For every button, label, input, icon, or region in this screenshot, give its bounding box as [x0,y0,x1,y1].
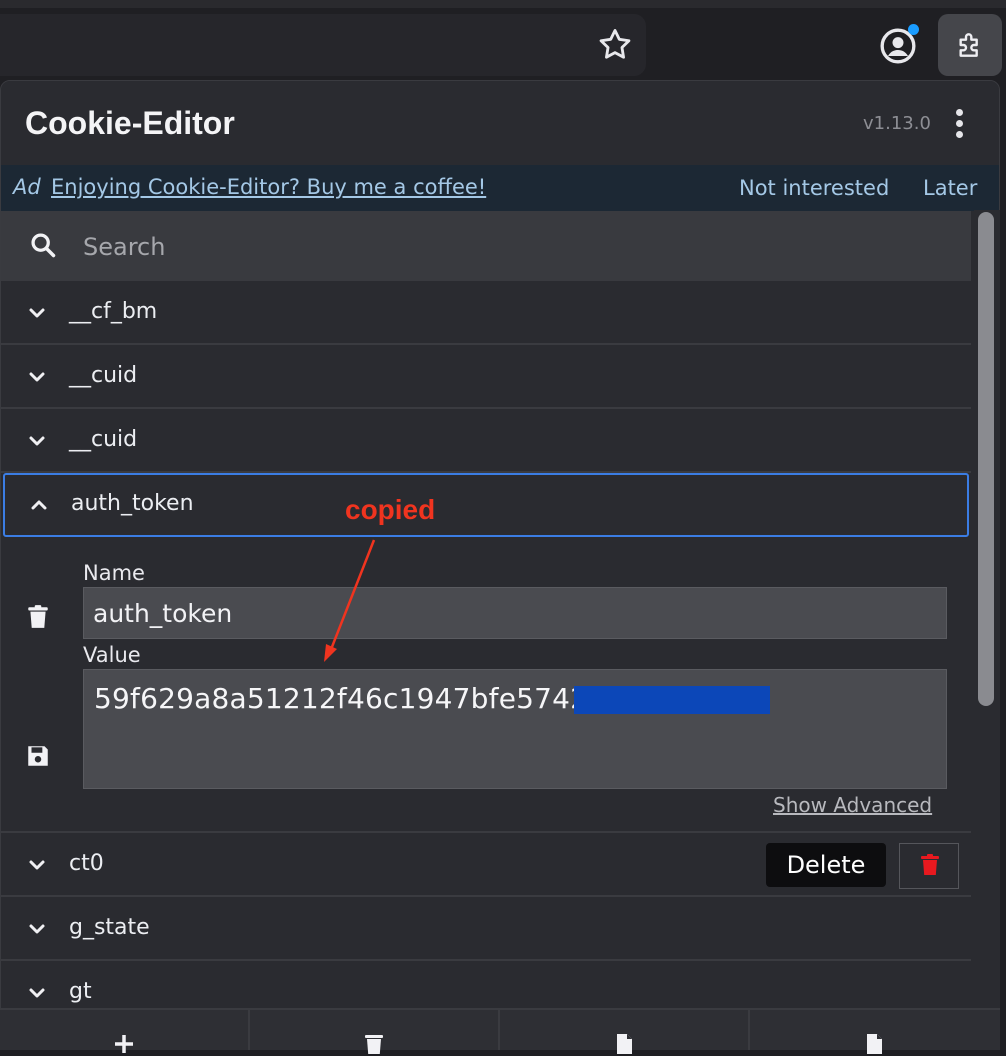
delete-tooltip: Delete [766,843,886,887]
scrollbar-thumb[interactable] [978,212,994,706]
delete-all-button[interactable] [250,1010,500,1054]
cookie-name: auth_token [71,491,194,516]
chevron-down-icon [29,924,45,934]
chevron-down-icon [29,860,45,870]
search-bar [1,211,971,282]
search-input[interactable] [81,225,945,269]
cookie-value-textarea[interactable]: 59f629a8a51212f46c1947bfe5742 [83,669,947,789]
annotation-arrow [324,539,376,662]
footer-toolbar [0,1008,1000,1054]
cookie-row[interactable]: __cuid [1,345,971,409]
file-icon [867,1034,882,1054]
profile-button[interactable] [878,24,919,66]
ad-label: Ad [13,175,41,199]
cookie-detail-panel: Name Value 59f629a8a51212f46c1947bfe5742… [1,537,971,833]
chevron-down-icon [29,436,45,446]
cookie-value-text: 59f629a8a51212f46c1947bfe5742 [94,682,589,715]
cookie-name: ct0 [69,851,104,876]
browser-top-strip [0,0,1006,8]
cookie-row[interactable]: ct0 Delete [1,833,971,897]
cookie-name: gt [69,979,92,1004]
app-title: Cookie-Editor [25,105,235,141]
version-label: v1.13.0 [863,113,931,134]
trash-icon [921,854,939,875]
import-button[interactable] [500,1010,750,1054]
file-icon [617,1034,632,1054]
kebab-menu-icon[interactable] [949,109,969,139]
save-icon[interactable] [25,743,51,769]
chevron-down-icon [29,372,45,382]
show-advanced-link[interactable]: Show Advanced [773,793,932,817]
add-icon [115,1035,133,1053]
redaction-box [574,686,770,714]
cookie-name: __cf_bm [69,299,158,324]
delete-cookie-button[interactable] [899,843,959,889]
export-button[interactable] [750,1010,1000,1054]
address-bar[interactable] [0,14,646,76]
ad-banner: Ad Enjoying Cookie-Editor? Buy me a coff… [1,165,999,211]
chevron-down-icon [29,308,45,318]
name-label: Name [83,561,145,585]
ad-link[interactable]: Enjoying Cookie-Editor? Buy me a coffee! [51,175,486,199]
notification-dot [908,24,919,35]
chevron-down-icon [29,988,45,998]
search-icon [31,233,56,258]
trash-icon[interactable] [25,603,51,631]
chevron-up-icon [31,500,47,510]
popup-header: Cookie-Editor v1.13.0 [1,81,999,165]
cookie-name-input[interactable] [83,587,947,639]
not-interested-button[interactable]: Not interested [739,176,889,200]
cookie-row-expanded[interactable]: auth_token [3,473,969,537]
cookie-row[interactable]: __cf_bm [1,281,971,345]
cookie-name: __cuid [69,363,138,388]
cookie-list: __cf_bm __cuid __cuid auth_token Name au… [1,281,971,1025]
value-label: Value [83,643,141,667]
trash-icon [365,1035,383,1054]
add-cookie-button[interactable] [0,1010,250,1053]
extension-puzzle-icon [959,33,978,57]
cookie-row[interactable]: g_state [1,897,971,961]
extensions-button[interactable] [938,14,1002,76]
annotation-label: copied [345,494,436,525]
later-button[interactable]: Later [923,176,977,200]
cookie-name: __cuid [69,427,138,452]
star-icon[interactable] [596,26,634,64]
cookie-editor-popup: Cookie-Editor v1.13.0 Ad Enjoying Cookie… [0,80,1000,1048]
cookie-name: g_state [69,915,150,940]
cookie-row[interactable]: __cuid [1,409,971,473]
